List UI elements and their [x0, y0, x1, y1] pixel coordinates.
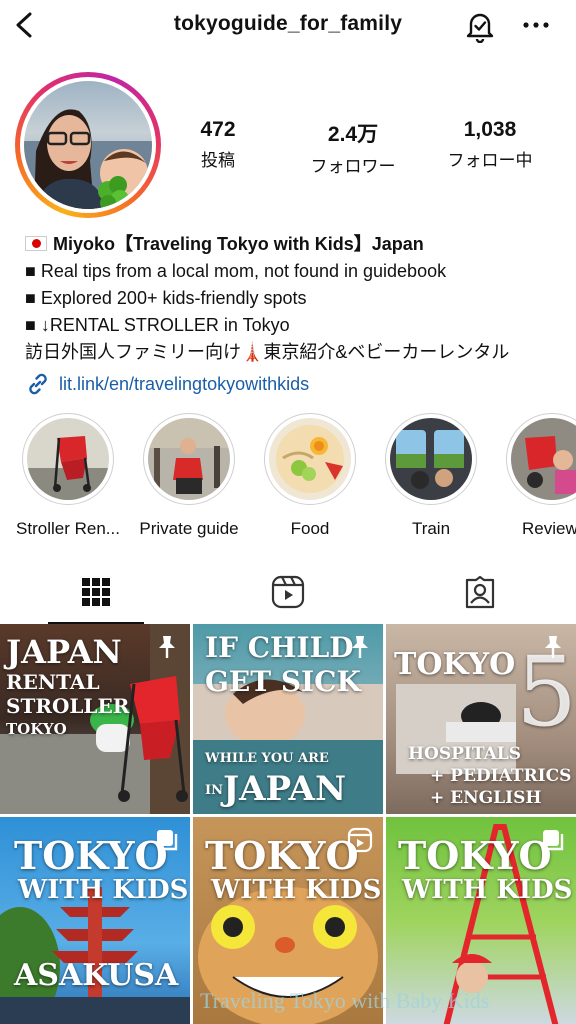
- reels-icon: [271, 575, 305, 609]
- post-title: JAPAN: [223, 769, 347, 809]
- post-title: JAPAN: [6, 633, 122, 671]
- followers-count: 2.4万: [327, 123, 379, 146]
- highlight-cover: [148, 418, 230, 500]
- japan-flag-icon: [25, 235, 47, 251]
- highlight-cover: [269, 418, 351, 500]
- followers-label: フォロワー: [310, 157, 396, 176]
- watermark-text: Traveling Tokyo with Baby Kids: [200, 988, 490, 1013]
- post-title: TOKYO: [205, 833, 359, 878]
- stat-posts[interactable]: 472 投稿: [148, 118, 288, 171]
- post-text: WITH KIDS: [18, 875, 189, 905]
- highlight-label: Stroller Ren...: [16, 519, 120, 538]
- carousel-icon: [543, 830, 564, 851]
- top-bar: tokyoguide_for_family: [0, 0, 576, 52]
- post-text: STROLLER: [6, 694, 130, 718]
- pin-icon: [159, 636, 175, 658]
- highlight-label: Review: [522, 519, 576, 538]
- post-text: WITH KIDS: [211, 875, 382, 905]
- post-title: TOKYO: [14, 833, 168, 878]
- post-title: ASAKUSA: [14, 958, 179, 993]
- post-text: TOKYO: [6, 720, 67, 738]
- highlight-review[interactable]: Review: [492, 413, 576, 539]
- stat-followers[interactable]: 2.4万 フォロワー: [283, 118, 423, 177]
- reels-icon: [347, 827, 373, 853]
- highlight-label: Train: [411, 519, 451, 538]
- posts-count: 472: [200, 118, 236, 141]
- highlight-cover: [27, 418, 109, 500]
- stat-following[interactable]: 1,038 フォロー中: [420, 118, 560, 171]
- bio-line: ■ ↓RENTAL STROLLER in Tokyo: [25, 315, 290, 335]
- highlight-cover: [390, 418, 472, 500]
- highlight-private-guide[interactable]: Private guide: [129, 413, 249, 539]
- post-hospitals[interactable]: TOKYO 5 HOSPITALS + PEDIATRICS + ENGLISH: [386, 624, 576, 814]
- pin-icon: [545, 636, 561, 658]
- highlight-train[interactable]: Train: [371, 413, 491, 539]
- highlight-cover: [511, 418, 576, 500]
- post-title: IF CHILD: [205, 631, 354, 664]
- more-horizontal-icon[interactable]: [519, 10, 553, 40]
- post-text: + PEDIATRICS: [430, 766, 572, 786]
- post-text: HOSPITALS: [408, 744, 522, 764]
- post-text: IN: [205, 783, 223, 798]
- posts-label: 投稿: [201, 151, 235, 170]
- post-text: WHILE YOU ARE: [205, 751, 329, 766]
- bell-check-icon[interactable]: [463, 9, 497, 43]
- post-text: WITH KIDS: [402, 875, 573, 905]
- bio-name-row: Miyoko【Traveling Tokyo with Kids】Japan: [25, 228, 565, 258]
- post-text: + ENGLISH: [430, 788, 542, 808]
- post-title: TOKYO: [394, 647, 516, 682]
- post-child-sick[interactable]: IF CHILD GET SICK WHILE YOU ARE IN JAPAN: [193, 624, 383, 814]
- profile-tabs: [0, 560, 576, 624]
- highlight-food[interactable]: Food: [250, 413, 370, 539]
- bio-link-text: lit.link/en/travelingtokyowithkids: [59, 373, 310, 394]
- carousel-icon: [157, 830, 178, 851]
- bio-line: ■ Explored 200+ kids-friendly spots: [25, 288, 307, 308]
- tagged-icon: [465, 575, 495, 609]
- link-icon: [29, 373, 47, 395]
- highlight-label: Food: [290, 519, 330, 538]
- highlight-stroller[interactable]: Stroller Ren...: [8, 413, 128, 539]
- post-title: TOKYO: [398, 833, 552, 878]
- following-count: 1,038: [463, 118, 517, 141]
- post-rental-stroller[interactable]: JAPAN RENTAL STROLLER TOKYO: [0, 624, 190, 814]
- avatar-photo: [24, 81, 152, 209]
- bio-link[interactable]: lit.link/en/travelingtokyowithkids: [25, 371, 309, 397]
- tab-posts-grid[interactable]: [0, 560, 192, 624]
- profile-bio: Miyoko【Traveling Tokyo with Kids】Japan ■…: [25, 228, 565, 366]
- following-label: フォロー中: [447, 151, 533, 170]
- display-name: Miyoko【Traveling Tokyo with Kids】Japan: [53, 234, 424, 254]
- grid-icon: [82, 578, 110, 606]
- bio-line: ■ Real tips from a local mom, not found …: [25, 261, 447, 281]
- post-text: RENTAL: [6, 670, 100, 694]
- profile-avatar[interactable]: [15, 72, 161, 218]
- tab-reels[interactable]: [192, 560, 384, 624]
- highlight-label: Private guide: [139, 519, 239, 538]
- tab-tagged[interactable]: [384, 560, 576, 624]
- pin-icon: [352, 636, 368, 658]
- bio-line: 訪日外国人ファミリー向け🗼東京紹介&ベビーカーレンタル: [25, 342, 510, 362]
- post-asakusa[interactable]: TOKYO WITH KIDS ASAKUSA: [0, 817, 190, 1024]
- post-title: GET SICK: [205, 665, 361, 698]
